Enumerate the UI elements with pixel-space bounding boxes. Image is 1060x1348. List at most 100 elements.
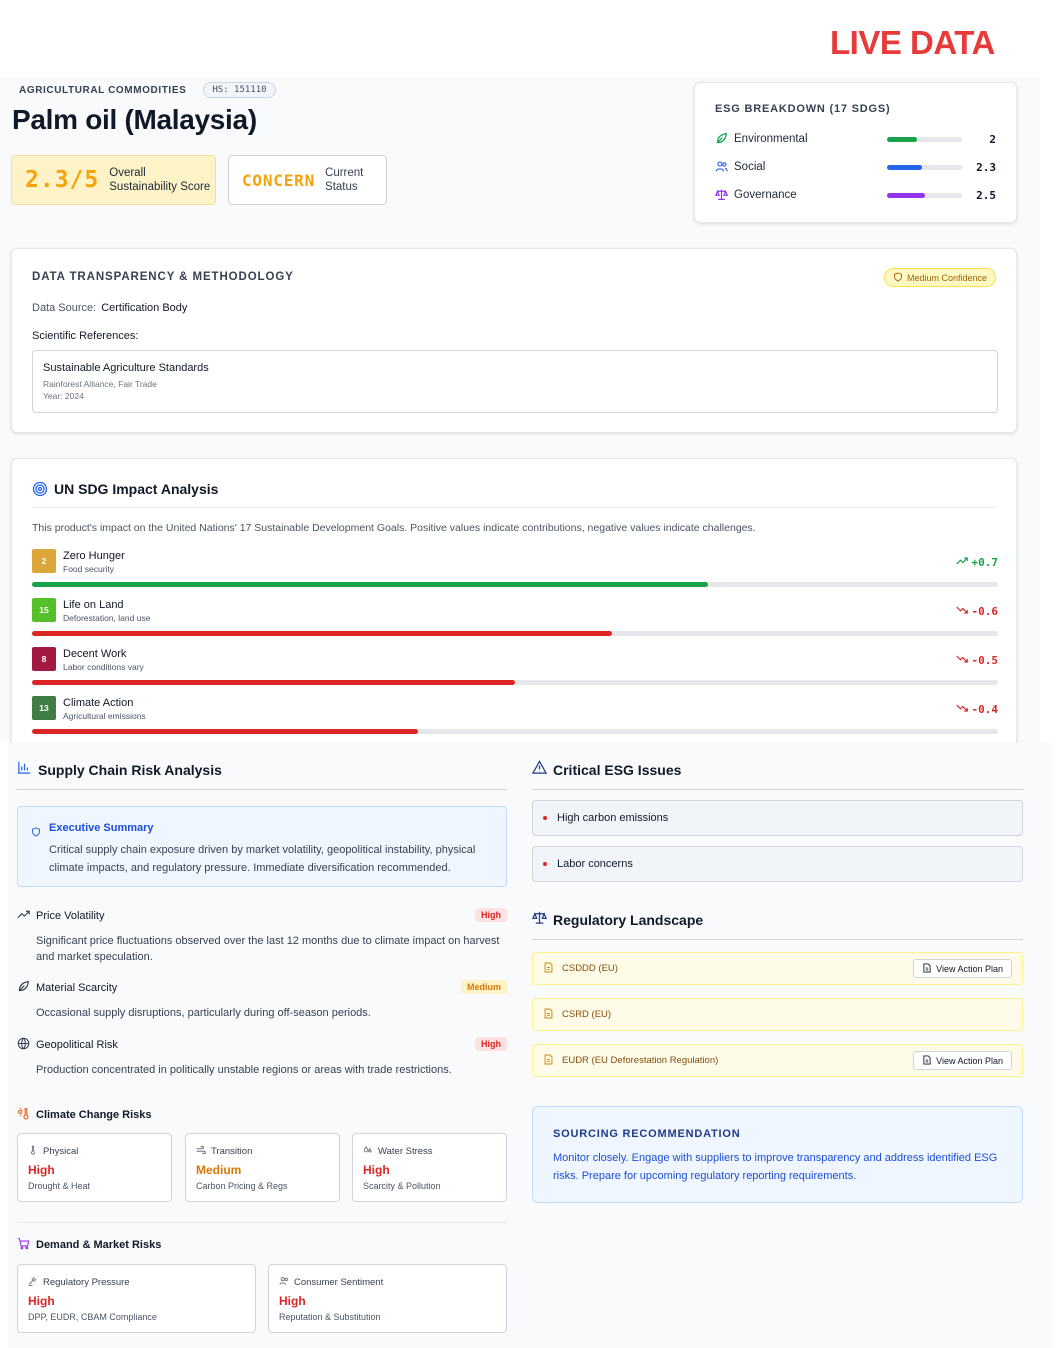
esg-fill-social xyxy=(887,164,922,170)
esg-row-environmental: Environmental 2 xyxy=(715,130,996,148)
category-row: AGRICULTURAL COMMODITIES HS: 151110 xyxy=(19,82,276,98)
sdg-value: -0.4 xyxy=(955,703,998,716)
risk-level-badge: High xyxy=(475,1037,507,1051)
sdg-impact-bar xyxy=(32,582,709,587)
thermometer-sun-icon xyxy=(17,1107,30,1123)
scientific-references-label: Scientific References: xyxy=(32,330,139,342)
divider xyxy=(17,1222,507,1223)
sdg-impact-title: UN SDG Impact Analysis xyxy=(54,481,219,497)
climate-risk-water-stress: Water Stress High Scarcity & Pollution xyxy=(352,1133,507,1202)
document-icon xyxy=(543,962,554,976)
sdg-number-badge: 15 xyxy=(32,598,56,622)
document-icon xyxy=(543,1008,554,1022)
supply-chain-header: Supply Chain Risk Analysis xyxy=(17,760,507,790)
sdg-value: +0.7 xyxy=(955,556,998,569)
users-icon xyxy=(715,160,729,174)
issue-item: Labor concerns xyxy=(532,846,1023,882)
data-transparency-title: DATA TRANSPARENCY & METHODOLOGY xyxy=(32,271,294,283)
regulatory-title: Regulatory Landscape xyxy=(553,912,704,928)
leaf-icon xyxy=(17,980,30,996)
sdg-number-badge: 2 xyxy=(32,549,56,573)
demand-risk-consumer: Consumer Sentiment High Reputation & Sub… xyxy=(268,1264,507,1333)
regulation-item-eudr: EUDR (EU Deforestation Regulation) View … xyxy=(532,1044,1023,1077)
shield-icon xyxy=(31,824,41,842)
scale-icon xyxy=(532,910,547,930)
esg-breakdown-card: ESG BREAKDOWN (17 SDGS) Environmental 2 … xyxy=(694,82,1017,223)
regulatory-header: Regulatory Landscape xyxy=(532,910,1023,940)
esg-row-governance: Governance 2.5 xyxy=(715,186,996,204)
risk-level-badge: High xyxy=(475,908,507,922)
sdg-value: -0.5 xyxy=(955,654,998,667)
thermometer-icon xyxy=(28,1145,38,1158)
supply-chain-title: Supply Chain Risk Analysis xyxy=(38,762,222,778)
bullet-dot xyxy=(543,816,547,820)
sdg-description: This product's impact on the United Nati… xyxy=(32,522,756,534)
live-data-banner: LIVE DATA xyxy=(830,24,995,61)
leaf-icon xyxy=(715,132,729,146)
esg-fill-environmental xyxy=(887,136,917,142)
score-value: 2.3/5 xyxy=(25,167,100,193)
bullet-dot xyxy=(543,862,547,866)
score-label: Overall Sustainability Score xyxy=(109,167,211,193)
sdg-row: 8 Decent Work Labor conditions vary -0.5 xyxy=(32,647,998,687)
climate-risks-header: Climate Change Risks xyxy=(17,1107,152,1123)
trending-down-icon xyxy=(955,703,968,716)
critical-issues-title: Critical ESG Issues xyxy=(553,762,682,778)
executive-summary-body: Critical supply chain exposure driven by… xyxy=(49,844,476,874)
risk-item-price-volatility: Price Volatility High Significant price … xyxy=(17,908,507,965)
sdg-impact-bar xyxy=(32,680,515,685)
sdg-impact-card: UN SDG Impact Analysis This product's im… xyxy=(11,458,1017,758)
view-action-plan-button[interactable]: View Action Plan xyxy=(913,1051,1012,1070)
confidence-badge: Medium Confidence xyxy=(883,268,996,287)
users-icon xyxy=(279,1276,289,1289)
sdg-row: 13 Climate Action Agricultural emissions… xyxy=(32,696,998,736)
shield-icon xyxy=(893,271,903,284)
bar-chart-icon xyxy=(17,760,32,780)
document-icon xyxy=(543,1054,554,1068)
trending-up-icon xyxy=(955,556,968,569)
climate-risk-physical: Physical High Drought & Heat xyxy=(17,1133,172,1202)
esg-row-social: Social 2.3 xyxy=(715,158,996,176)
sdg-value: -0.6 xyxy=(955,605,998,618)
sdg-impact-header: UN SDG Impact Analysis xyxy=(32,481,996,508)
executive-summary-title: Executive Summary xyxy=(49,822,154,834)
view-action-plan-button[interactable]: View Action Plan xyxy=(913,959,1012,978)
page-title: Palm oil (Malaysia) xyxy=(12,104,257,135)
risk-level-badge: Medium xyxy=(460,980,507,994)
sdg-number-badge: 13 xyxy=(32,696,56,720)
status-label: Current Status xyxy=(325,167,364,193)
gavel-icon xyxy=(28,1276,38,1289)
target-icon xyxy=(32,481,48,502)
climate-risk-transition: Transition Medium Carbon Pricing & Regs xyxy=(185,1133,340,1202)
data-source-row: Data Source: Certification Body xyxy=(32,302,188,314)
risk-item-material-scarcity: Material Scarcity Medium Occasional supp… xyxy=(17,980,507,1021)
hs-code-badge: HS: 151110 xyxy=(203,82,276,98)
document-icon xyxy=(922,1055,932,1067)
reference-card: Sustainable Agriculture Standards Rainfo… xyxy=(32,350,998,413)
category-label: AGRICULTURAL COMMODITIES xyxy=(19,84,187,96)
regulation-item-csrd: CSRD (EU) xyxy=(532,998,1023,1031)
critical-issues-header: Critical ESG Issues xyxy=(531,760,1023,790)
document-icon xyxy=(922,963,932,975)
droplets-icon xyxy=(363,1145,373,1158)
sustainability-score-card: 2.3/5 Overall Sustainability Score xyxy=(11,155,216,205)
globe-icon xyxy=(17,1037,30,1053)
regulation-item-csddd: CSDDD (EU) View Action Plan xyxy=(532,952,1023,985)
esg-breakdown-title: ESG BREAKDOWN (17 SDGS) xyxy=(715,103,891,115)
shopping-cart-icon xyxy=(17,1237,30,1253)
executive-summary-card: Executive Summary Critical supply chain … xyxy=(17,806,507,887)
risk-item-geopolitical: Geopolitical Risk High Production concen… xyxy=(17,1037,507,1078)
sdg-impact-bar xyxy=(32,729,419,734)
trending-down-icon xyxy=(955,605,968,618)
sourcing-recommendation-title: SOURCING RECOMMENDATION xyxy=(553,1128,741,1140)
status-card: CONCERN Current Status xyxy=(228,155,387,205)
wind-icon xyxy=(196,1145,206,1158)
sdg-row: 2 Zero Hunger Food security +0.7 xyxy=(32,549,998,589)
sdg-impact-bar xyxy=(32,631,612,636)
issue-item: High carbon emissions xyxy=(532,800,1023,836)
esg-fill-governance xyxy=(887,192,925,198)
data-transparency-card: DATA TRANSPARENCY & METHODOLOGY Medium C… xyxy=(11,248,1017,433)
scale-icon xyxy=(715,188,729,202)
sdg-row: 15 Life on Land Deforestation, land use … xyxy=(32,598,998,638)
sdg-number-badge: 8 xyxy=(32,647,56,671)
